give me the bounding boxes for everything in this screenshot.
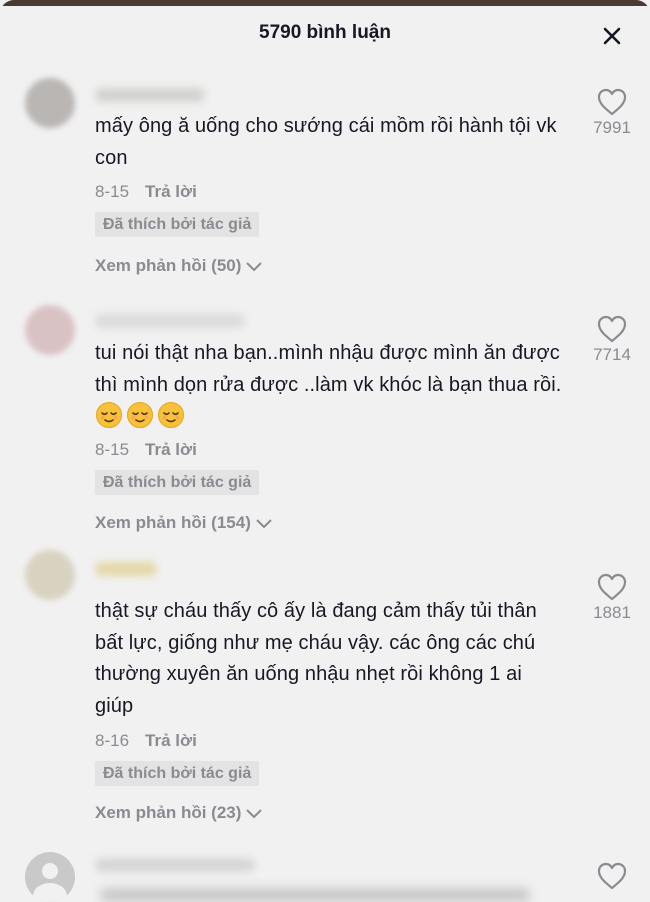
comment-meta: 8-15 Trả lời bbox=[95, 182, 197, 202]
emoji-group bbox=[95, 402, 188, 429]
comment-text-body: tui nói thật nha bạn..mình nhậu được mìn… bbox=[95, 342, 562, 396]
comment-text: tui nói thật nha bạn..mình nhậu được mìn… bbox=[95, 338, 565, 435]
relieved-face-icon bbox=[127, 402, 153, 428]
avatar[interactable] bbox=[25, 78, 75, 128]
view-replies-label: Xem phản hồi (50) bbox=[95, 256, 242, 275]
liked-by-author-badge: Đã thích bởi tác giả bbox=[95, 470, 260, 495]
relieved-face-icon bbox=[158, 402, 184, 428]
comment-text: thật sự cháu thấy cô ấy là đang cảm thấy… bbox=[95, 600, 537, 717]
reply-button[interactable]: Trả lời bbox=[145, 182, 197, 201]
chevron-down-icon bbox=[246, 261, 263, 271]
relieved-face-icon bbox=[96, 402, 122, 428]
like-button[interactable]: 7991 bbox=[590, 88, 634, 138]
reply-button[interactable]: Trả lời bbox=[145, 440, 197, 459]
username-blurred[interactable] bbox=[95, 88, 205, 102]
reply-button[interactable]: Trả lời bbox=[145, 731, 197, 750]
comment-date: 8-16 bbox=[95, 731, 130, 750]
username-blurred[interactable] bbox=[95, 314, 245, 328]
like-button[interactable]: 7714 bbox=[590, 315, 634, 365]
like-button[interactable] bbox=[590, 862, 634, 890]
heart-outline-icon bbox=[597, 88, 627, 116]
chevron-down-icon bbox=[256, 518, 272, 528]
avatar[interactable] bbox=[25, 305, 75, 355]
like-button[interactable]: 1881 bbox=[590, 573, 634, 623]
like-count: 7714 bbox=[593, 345, 631, 364]
view-replies-button[interactable]: Xem phản hồi (23) bbox=[95, 803, 263, 823]
comments-count-title: 5790 bình luận bbox=[259, 22, 391, 43]
liked-by-author-badge: Đã thích bởi tác giả bbox=[95, 761, 260, 786]
comment-meta: 8-15 Trả lời bbox=[95, 440, 197, 460]
heart-outline-icon bbox=[597, 862, 627, 890]
heart-outline-icon bbox=[597, 315, 627, 343]
like-count: 1881 bbox=[593, 603, 631, 622]
comments-sheet: 5790 bình luận mấy ông ă uống cho sướng … bbox=[0, 0, 650, 902]
comment-text-blurred bbox=[100, 888, 530, 902]
like-count: 7991 bbox=[593, 118, 631, 137]
comment-meta: 8-16 Trả lời bbox=[95, 731, 197, 751]
comment-date: 8-15 bbox=[95, 440, 130, 459]
close-button[interactable] bbox=[596, 20, 628, 52]
view-replies-label: Xem phản hồi (154) bbox=[95, 513, 251, 532]
default-avatar-icon[interactable] bbox=[25, 852, 75, 902]
username-blurred[interactable] bbox=[95, 858, 255, 872]
close-icon bbox=[603, 27, 621, 45]
comment-text: mấy ông ă uống cho sướng cái mồm rồi hàn… bbox=[95, 115, 557, 169]
view-replies-button[interactable]: Xem phản hồi (154) bbox=[95, 513, 273, 533]
heart-outline-icon bbox=[597, 573, 627, 601]
view-replies-label: Xem phản hồi (23) bbox=[95, 803, 242, 822]
avatar[interactable] bbox=[25, 550, 75, 600]
liked-by-author-badge: Đã thích bởi tác giả bbox=[95, 212, 260, 237]
username-blurred[interactable] bbox=[95, 562, 157, 576]
comment-date: 8-15 bbox=[95, 182, 130, 201]
comments-header: 5790 bình luận bbox=[0, 6, 650, 62]
view-replies-button[interactable]: Xem phản hồi (50) bbox=[95, 256, 263, 276]
chevron-down-icon bbox=[246, 808, 263, 818]
